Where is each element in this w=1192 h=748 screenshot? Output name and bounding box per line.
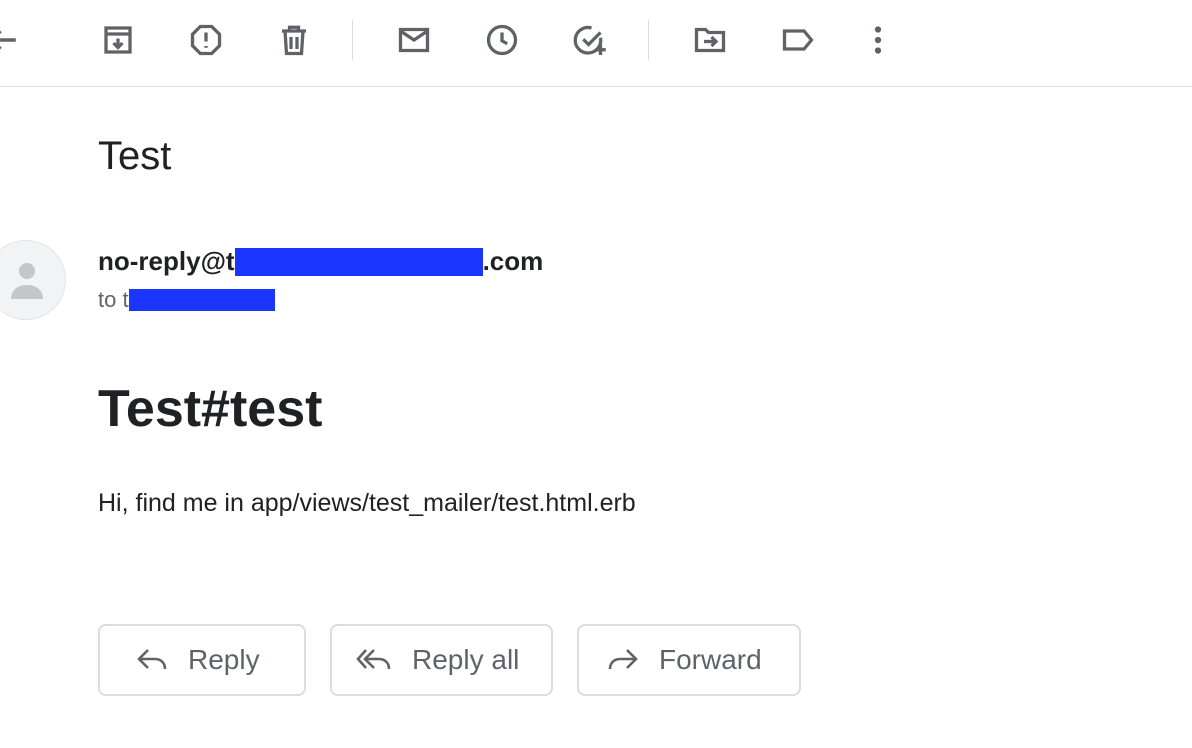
arrow-left-icon[interactable] bbox=[0, 16, 26, 64]
snooze-clock-icon[interactable] bbox=[478, 16, 526, 64]
reply-all-button[interactable]: Reply all bbox=[330, 624, 553, 696]
sender-suffix: .com bbox=[482, 246, 544, 276]
forward-button[interactable]: Forward bbox=[577, 624, 801, 696]
redaction-bar bbox=[128, 289, 275, 311]
reply-button[interactable]: Reply bbox=[98, 624, 306, 696]
avatar[interactable] bbox=[0, 240, 66, 320]
reply-label: Reply bbox=[188, 644, 260, 675]
reply-all-label: Reply all bbox=[412, 644, 520, 675]
mark-unread-icon[interactable] bbox=[390, 16, 438, 64]
archive-icon[interactable] bbox=[94, 16, 142, 64]
sender-address[interactable]: no-reply@t .com bbox=[98, 244, 543, 280]
reply-all-icon bbox=[356, 649, 391, 670]
recipient-prefix: to t bbox=[98, 287, 129, 312]
toolbar bbox=[0, 0, 1192, 87]
redaction-bar bbox=[234, 248, 483, 276]
forward-icon bbox=[608, 649, 638, 670]
sender-prefix: no-reply@t bbox=[98, 246, 235, 276]
report-spam-icon[interactable] bbox=[182, 16, 230, 64]
add-to-tasks-icon[interactable] bbox=[566, 16, 614, 64]
toolbar-divider bbox=[648, 20, 649, 60]
label-icon[interactable] bbox=[774, 16, 822, 64]
recipient-line[interactable]: to t bbox=[98, 286, 275, 314]
toolbar-divider bbox=[352, 20, 353, 60]
email-body-heading: Test#test bbox=[98, 380, 323, 438]
person-icon bbox=[11, 263, 43, 299]
email-body-text: Hi, find me in app/views/test_mailer/tes… bbox=[98, 489, 636, 517]
forward-label: Forward bbox=[659, 644, 762, 675]
email-subject: Test bbox=[98, 134, 172, 178]
trash-icon[interactable] bbox=[270, 16, 318, 64]
move-to-icon[interactable] bbox=[686, 16, 734, 64]
more-vertical-icon[interactable] bbox=[854, 16, 902, 64]
reply-icon bbox=[137, 649, 167, 670]
